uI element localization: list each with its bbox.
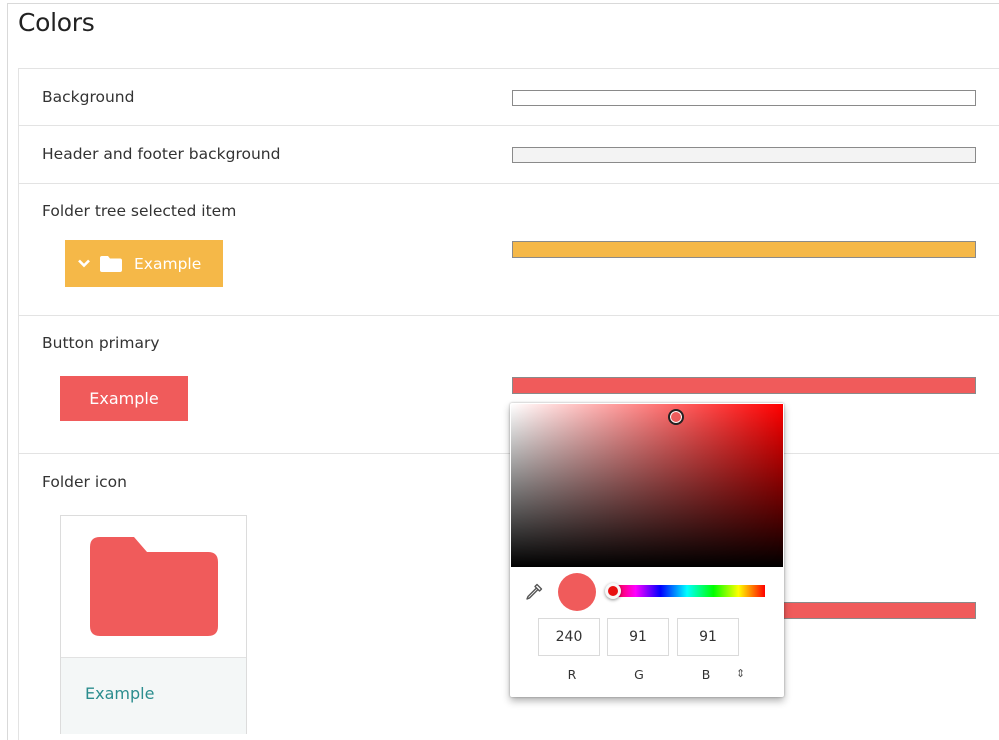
hue-slider[interactable] <box>609 585 765 597</box>
folder-icon <box>90 537 218 636</box>
format-toggle-icon[interactable]: ⇕ <box>736 667 745 680</box>
red-label: R <box>567 667 577 682</box>
folder-icon-preview-card: Example <box>60 515 247 734</box>
folder-icon-label: Folder icon <box>42 473 127 491</box>
blue-input[interactable]: 91 <box>677 618 739 656</box>
row-divider <box>18 183 999 184</box>
blue-label: B <box>701 667 711 682</box>
folder-icon-area <box>61 516 246 657</box>
row-divider <box>18 453 999 454</box>
page-title: Colors <box>18 8 95 37</box>
green-input[interactable]: 91 <box>607 618 669 656</box>
folder-caption: Example <box>85 684 155 703</box>
header-footer-label: Header and footer background <box>42 145 281 163</box>
hue-handle[interactable] <box>605 583 621 599</box>
row-divider <box>18 125 999 126</box>
color-preview-swatch <box>558 573 596 611</box>
saturation-value-area[interactable] <box>511 404 783 567</box>
button-primary-label: Button primary <box>42 334 160 352</box>
button-primary-preview: Example <box>60 376 188 421</box>
folder-tree-preview-text: Example <box>134 254 202 273</box>
green-label: G <box>634 667 644 682</box>
row-divider <box>18 315 999 316</box>
folder-tree-preview: Example <box>65 240 223 287</box>
folder-tree-label: Folder tree selected item <box>42 202 237 220</box>
background-color-swatch[interactable] <box>512 90 976 106</box>
color-picker-popover: 240 91 91 R G B ⇕ <box>510 403 784 697</box>
eyedropper-icon[interactable] <box>524 582 544 602</box>
background-label: Background <box>42 88 135 106</box>
button-primary-color-swatch[interactable] <box>512 377 976 394</box>
header-footer-color-swatch[interactable] <box>512 147 976 163</box>
folder-caption-area: Example <box>61 657 246 734</box>
folder-tree-color-swatch[interactable] <box>512 241 976 258</box>
chevron-down-icon <box>77 257 91 271</box>
red-input[interactable]: 240 <box>538 618 600 656</box>
saturation-handle[interactable] <box>668 409 684 425</box>
folder-icon <box>100 255 122 272</box>
